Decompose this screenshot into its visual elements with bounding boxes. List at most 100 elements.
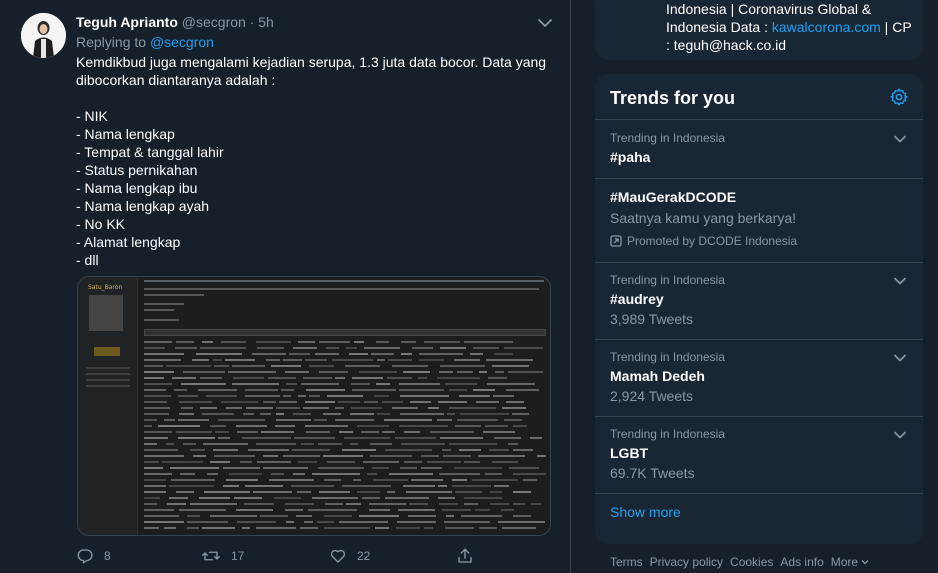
trend-context: Trending in Indonesia: [610, 273, 725, 287]
footer-link-terms[interactable]: Terms: [610, 555, 643, 569]
blurred-data-fragment: [144, 431, 172, 433]
replying-prefix: Replying to: [76, 34, 147, 50]
blurred-data-fragment: [319, 371, 348, 373]
tweet[interactable]: Teguh Aprianto @secgron · 5h Replying to…: [0, 0, 570, 573]
blurred-data-fragment: [213, 449, 238, 451]
blurred-data-fragment: [392, 407, 418, 409]
blurred-data-fragment: [485, 425, 508, 427]
author-name[interactable]: Teguh Aprianto: [76, 14, 178, 30]
blurred-data-fragment: [442, 449, 451, 451]
footer-link-more[interactable]: More: [831, 555, 870, 569]
blurred-data-fragment: [440, 437, 483, 439]
tweet-author[interactable]: Teguh Aprianto @secgron · 5h: [76, 14, 274, 30]
trend-tweet-count: 2,924 Tweets: [610, 388, 694, 404]
blurred-data-fragment: [460, 413, 509, 415]
blurred-data-fragment: [400, 413, 444, 415]
trend-title: #audrey: [610, 291, 664, 307]
forum-post-text: [144, 319, 179, 321]
trend-item[interactable]: Trending in Indonesia Mamah Dedeh 2,924 …: [595, 339, 923, 416]
blurred-data-fragment: [218, 437, 230, 439]
blurred-data-fragment: [236, 425, 267, 427]
trend-item[interactable]: Trending in Indonesia #audrey 3,989 Twee…: [595, 262, 923, 339]
tweet-time[interactable]: 5h: [258, 14, 274, 30]
blurred-data-fragment: [296, 515, 312, 517]
blurred-data-fragment: [345, 365, 380, 367]
replying-handle[interactable]: @secgron: [150, 34, 214, 50]
blurred-data-fragment: [342, 449, 376, 451]
blurred-data-fragment: [144, 359, 181, 361]
blurred-data-fragment: [164, 527, 176, 529]
blurred-data-fragment: [438, 485, 447, 487]
blurred-data-fragment: [263, 401, 276, 403]
chevron-down-icon[interactable]: [893, 428, 907, 442]
reply-button[interactable]: 8: [76, 546, 111, 566]
blurred-data-fragment: [438, 497, 455, 499]
blurred-data-fragment: [392, 365, 428, 367]
blurred-data-fragment: [494, 437, 521, 439]
bio-line: Indonesia Data : kawalcorona.com | CP: [666, 18, 916, 36]
blurred-data-fragment: [298, 341, 315, 343]
blurred-data-fragment: [364, 401, 378, 403]
blurred-data-fragment: [513, 515, 531, 517]
blurred-data-fragment: [237, 521, 276, 523]
chevron-down-icon[interactable]: [893, 274, 907, 288]
blurred-data-fragment: [144, 395, 171, 397]
blurred-data-fragment: [144, 389, 166, 391]
footer-link-cookies[interactable]: Cookies: [730, 555, 773, 569]
blurred-data-fragment: [167, 503, 186, 505]
blurred-data-fragment: [498, 521, 545, 523]
blurred-data-fragment: [257, 347, 284, 349]
avatar[interactable]: [21, 13, 66, 58]
blurred-data-fragment: [479, 527, 497, 529]
blurred-data-fragment: [271, 365, 301, 367]
blurred-data-fragment: [403, 371, 430, 373]
share-button[interactable]: [456, 546, 474, 566]
blurred-data-fragment: [144, 467, 163, 469]
author-handle[interactable]: @secgron: [182, 14, 246, 30]
footer-link-privacy[interactable]: Privacy policy: [650, 555, 723, 569]
tweet-image-attachment[interactable]: Satu_Baron: [77, 276, 551, 536]
blurred-data-fragment: [421, 455, 439, 457]
blurred-data-fragment: [404, 431, 420, 433]
chevron-down-icon[interactable]: [536, 14, 554, 32]
blurred-data-fragment: [179, 509, 226, 511]
blurred-data-fragment: [506, 389, 539, 391]
blurred-data-fragment: [326, 347, 339, 349]
blurred-data-fragment: [263, 467, 308, 469]
blurred-data-fragment: [335, 419, 374, 421]
blurred-data-fragment: [357, 425, 389, 427]
trend-item[interactable]: Trending in Indonesia LGBT 69.7K Tweets: [595, 416, 923, 493]
blurred-data-fragment: [508, 443, 518, 445]
bio-link[interactable]: kawalcorona.com: [772, 19, 881, 35]
footer-link-ads-info[interactable]: Ads info: [780, 555, 823, 569]
blurred-data-fragment: [183, 443, 196, 445]
blurred-data-fragment: [440, 365, 485, 367]
blurred-data-fragment: [202, 341, 213, 343]
blurred-data-fragment: [359, 371, 397, 373]
chevron-down-icon[interactable]: [893, 132, 907, 146]
blurred-data-fragment: [504, 347, 543, 349]
trend-context: Trending in Indonesia: [610, 131, 725, 145]
chevron-down-icon[interactable]: [893, 351, 907, 365]
like-button[interactable]: 22: [329, 546, 370, 566]
blurred-data-fragment: [202, 413, 234, 415]
blurred-data-fragment: [479, 371, 487, 373]
gear-icon[interactable]: [889, 87, 909, 107]
blurred-data-fragment: [269, 479, 314, 481]
trend-item-promoted[interactable]: #MauGerakDCODE Saatnya kamu yang berkary…: [595, 178, 923, 262]
blurred-data-fragment: [279, 401, 297, 403]
tweet-line: - Nama lengkap: [76, 126, 175, 142]
blurred-data-fragment: [176, 431, 212, 433]
show-more-link[interactable]: Show more: [610, 504, 681, 520]
blurred-data-fragment: [349, 353, 368, 355]
trend-title: #paha: [610, 149, 651, 165]
blurred-data-fragment: [253, 491, 292, 493]
avatar-image: [21, 13, 66, 58]
blurred-data-fragment: [144, 347, 165, 349]
blurred-data-fragment: [494, 485, 509, 487]
blurred-data-fragment: [339, 521, 388, 523]
trend-item[interactable]: Trending in Indonesia #paha: [595, 119, 923, 179]
retweet-button[interactable]: 17: [201, 546, 244, 566]
blurred-data-fragment: [225, 359, 255, 361]
blurred-data-fragment: [512, 413, 529, 415]
